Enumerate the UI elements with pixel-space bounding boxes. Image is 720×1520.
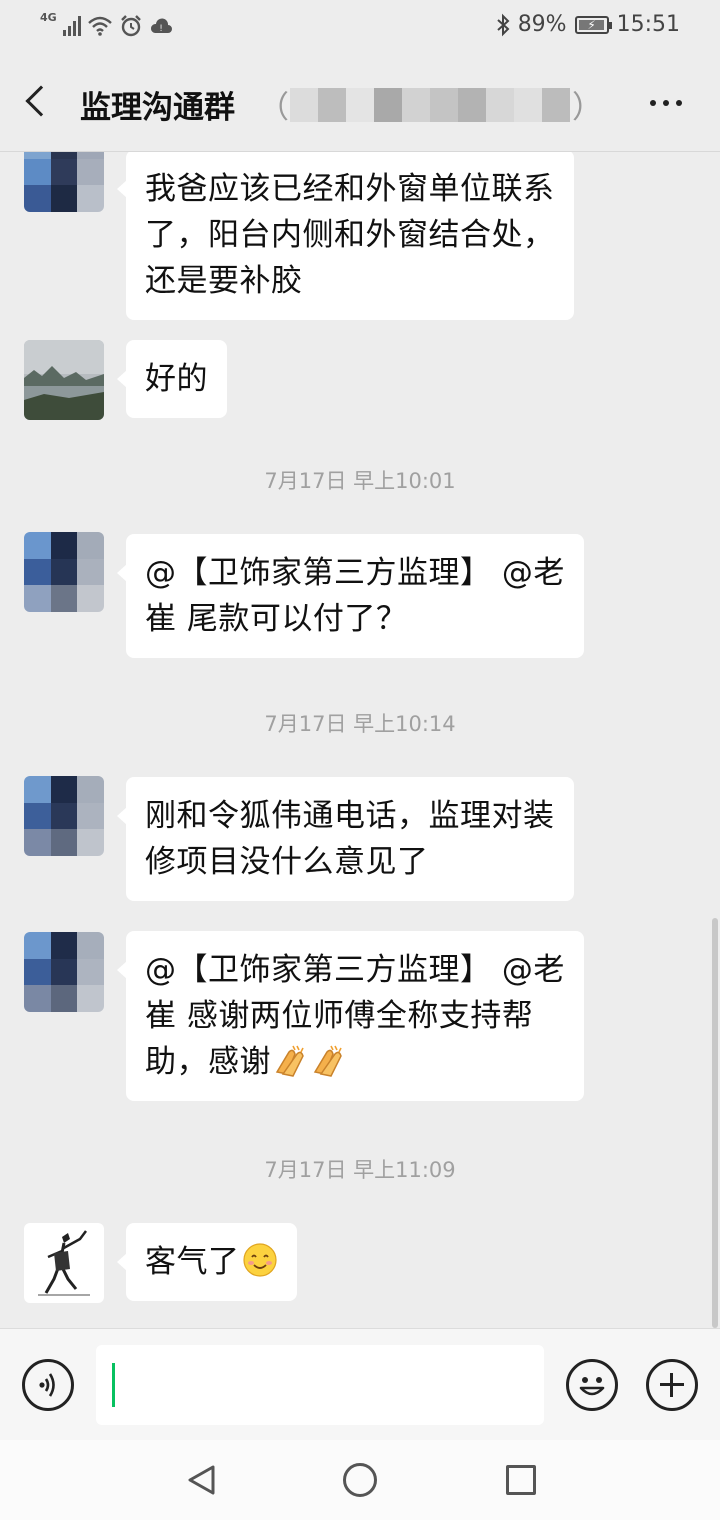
message-bubble[interactable]: 我爸应该已经和外窗单位联系 了，阳台内侧和外窗结合处， 还是要补胶 xyxy=(117,152,574,320)
avatar[interactable] xyxy=(24,532,104,612)
sketch-figure-avatar-image xyxy=(24,1223,104,1303)
message-text-line: 了，阳台内侧和外窗结合处， xyxy=(145,217,555,253)
message-text-line: 助，感谢 xyxy=(145,1044,271,1080)
nav-recents-icon[interactable] xyxy=(506,1465,536,1495)
avatar[interactable] xyxy=(24,776,104,856)
clap-icon xyxy=(313,1045,342,1077)
wifi-icon xyxy=(87,16,112,36)
timestamp: 7月17日 早上11:09 xyxy=(264,1158,456,1182)
message-text-line: 修项目没什么意见了 xyxy=(145,844,429,880)
message-text-line: 还是要补胶 xyxy=(145,263,303,299)
message-text-line: 客气了 xyxy=(145,1244,240,1280)
message-text-line-with-icons: 客气了 xyxy=(145,1239,278,1285)
status-bar: 4G ! 89% ⚡ 15:51 xyxy=(0,0,720,56)
emoji-button[interactable] xyxy=(566,1359,618,1411)
message-bubble[interactable]: @【卫饰家第三方监理】 @老 崔 尾款可以付了？ xyxy=(117,534,584,658)
cloud-icon: ! xyxy=(150,18,172,34)
message-text-line-with-icons: 助，感谢 xyxy=(145,1039,565,1085)
chat-title: 监理沟通群 xyxy=(80,90,235,126)
message-bubble[interactable]: 客气了 xyxy=(117,1223,297,1301)
plus-button[interactable] xyxy=(646,1359,698,1411)
input-bar xyxy=(0,1328,720,1440)
svg-text:!: ! xyxy=(159,24,163,34)
alarm-icon xyxy=(120,15,141,37)
status-right: 89% ⚡ 15:51 xyxy=(496,12,680,37)
network-type: 4G xyxy=(40,11,57,24)
title-paren-close: ） xyxy=(572,90,603,126)
avatar[interactable] xyxy=(24,1223,104,1303)
battery-icon: ⚡ xyxy=(574,15,612,34)
message-text-line: 崔 感谢两位师傅全称支持帮 xyxy=(145,998,534,1034)
message-text-line: @【卫饰家第三方监理】 @老 xyxy=(145,952,565,988)
message-text-line: 刚和令狐伟通电话，监理对装 xyxy=(145,798,555,834)
avatar[interactable] xyxy=(24,340,104,420)
system-nav-bar xyxy=(0,1440,720,1520)
nav-home-icon[interactable] xyxy=(343,1463,377,1497)
smile-icon xyxy=(242,1243,277,1277)
message-text-line: 好的 xyxy=(145,361,208,397)
message-bubble[interactable]: @【卫饰家第三方监理】 @老 崔 感谢两位师傅全称支持帮 助，感谢 xyxy=(117,931,584,1101)
avatar[interactable] xyxy=(24,152,104,212)
title-paren-open: （ xyxy=(258,90,289,126)
emoji-icon xyxy=(579,1377,605,1396)
message-text-line: 我爸应该已经和外窗单位联系 xyxy=(145,171,555,207)
back-icon[interactable] xyxy=(25,85,57,117)
signal-icon xyxy=(62,16,81,36)
status-left: 4G ! xyxy=(40,11,173,38)
message-list[interactable]: 我爸应该已经和外窗单位联系 了，阳台内侧和外窗结合处， 还是要补胶 好的 7月1… xyxy=(0,152,720,1328)
timestamp: 7月17日 早上10:14 xyxy=(264,712,456,736)
landscape-avatar-image xyxy=(24,340,104,420)
avatar[interactable] xyxy=(24,932,104,1012)
message-text-line: 崔 尾款可以付了？ xyxy=(145,601,408,637)
scrollbar[interactable] xyxy=(712,918,718,1328)
nav-back-icon[interactable] xyxy=(186,1464,216,1496)
text-caret xyxy=(112,1363,115,1407)
message-input[interactable] xyxy=(96,1345,544,1425)
message-text-line: @【卫饰家第三方监理】 @老 xyxy=(145,555,565,591)
message-bubble[interactable]: 好的 xyxy=(117,340,227,418)
bluetooth-icon xyxy=(497,13,510,36)
voice-button[interactable] xyxy=(22,1359,74,1411)
timestamp: 7月17日 早上10:01 xyxy=(264,469,456,493)
chat-header: 监理沟通群 （ ） xyxy=(0,56,720,152)
battery-percent: 89% xyxy=(517,12,567,37)
clap-icon xyxy=(275,1045,304,1077)
more-icon[interactable] xyxy=(650,100,682,106)
voice-icon xyxy=(39,1373,55,1397)
clock: 15:51 xyxy=(616,12,680,37)
title-member-count-mosaic xyxy=(290,88,570,122)
message-bubble[interactable]: 刚和令狐伟通电话，监理对装 修项目没什么意见了 xyxy=(117,777,574,901)
